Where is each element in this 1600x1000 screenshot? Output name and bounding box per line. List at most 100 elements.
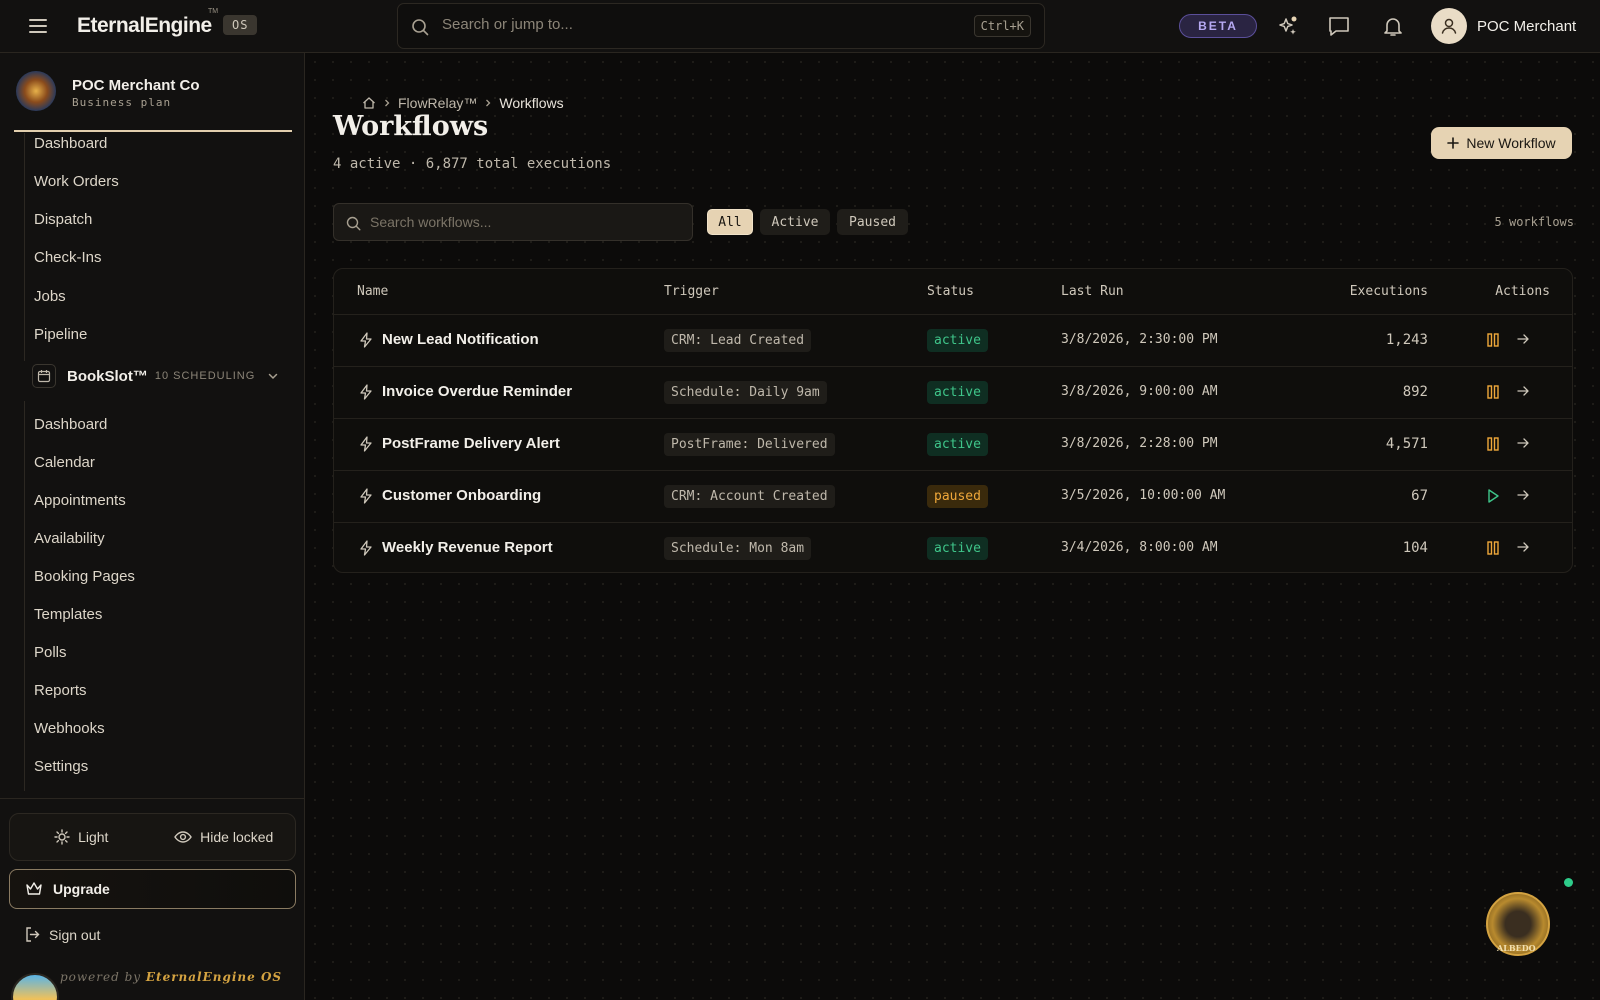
new-workflow-button[interactable]: New Workflow	[1431, 127, 1572, 159]
sidebar-item-reports[interactable]: Reports	[34, 682, 87, 699]
light-mode-toggle[interactable]: Light	[10, 814, 153, 860]
calendar-icon	[32, 364, 56, 388]
col-trigger[interactable]: Trigger	[664, 284, 719, 299]
page-subtitle: 4 active · 6,877 total executions	[333, 156, 612, 172]
filter-paused[interactable]: Paused	[837, 209, 908, 235]
table-row[interactable]: PostFrame Delivery Alert PostFrame: Deli…	[334, 419, 1572, 471]
last-run: 3/4/2026, 8:00:00 AM	[1061, 540, 1218, 555]
org-logo	[16, 71, 56, 111]
beach-badge-icon[interactable]	[11, 973, 59, 1000]
trigger-chip: Schedule: Mon 8am	[664, 537, 812, 560]
crown-icon	[26, 882, 42, 895]
org-name: POC Merchant Co	[72, 77, 200, 94]
home-icon[interactable]	[362, 96, 376, 110]
beta-badge[interactable]: BETA	[1179, 14, 1257, 38]
sidebar-item-calendar[interactable]: Calendar	[34, 454, 95, 471]
filter-active[interactable]: Active	[760, 209, 830, 235]
col-executions[interactable]: Executions	[1350, 284, 1428, 299]
sidebar-item-jobs[interactable]: Jobs	[34, 288, 66, 305]
sidebar: POC Merchant Co Business plan Dashboard …	[0, 53, 305, 1000]
user-avatar-icon	[1431, 8, 1467, 44]
sidebar-item-booking-pages[interactable]: Booking Pages	[34, 568, 135, 585]
filter-all[interactable]: All	[707, 209, 753, 235]
online-status-dot	[1564, 878, 1573, 887]
sidebar-item-templates[interactable]: Templates	[34, 606, 102, 623]
sidebar-item-pipeline[interactable]: Pipeline	[34, 326, 87, 343]
trigger-chip: CRM: Lead Created	[664, 329, 812, 352]
sidebar-item-check-ins[interactable]: Check-Ins	[34, 249, 102, 266]
search-icon	[411, 18, 429, 36]
hide-locked-toggle[interactable]: Hide locked	[153, 814, 296, 860]
bolt-icon	[360, 383, 372, 400]
bolt-icon	[360, 487, 372, 504]
table-row[interactable]: New Lead Notification CRM: Lead Created …	[334, 315, 1572, 367]
arrow-right-icon[interactable]	[1516, 488, 1530, 502]
chat-icon[interactable]	[1327, 14, 1351, 38]
col-last-run[interactable]: Last Run	[1061, 284, 1124, 299]
trigger-chip: Schedule: Daily 9am	[664, 381, 827, 404]
sidebar-item-bookslot-dashboard[interactable]: Dashboard	[34, 416, 107, 433]
pause-icon[interactable]	[1486, 436, 1500, 452]
section-sub: 10 SCHEDULING	[154, 370, 256, 382]
workflow-search-input[interactable]	[370, 214, 680, 230]
arrow-right-icon[interactable]	[1516, 436, 1530, 450]
col-name[interactable]: Name	[357, 284, 388, 299]
workflow-name: New Lead Notification	[358, 331, 539, 348]
sidebar-item-appointments[interactable]: Appointments	[34, 492, 126, 509]
sidebar-item-work-orders[interactable]: Work Orders	[34, 173, 119, 190]
global-search-input[interactable]	[442, 16, 922, 33]
play-icon[interactable]	[1486, 488, 1500, 504]
status-badge: paused	[927, 485, 988, 508]
sidebar-item-dashboard[interactable]: Dashboard	[34, 135, 107, 152]
eye-icon	[174, 831, 192, 843]
table-row[interactable]: Customer Onboarding CRM: Account Created…	[334, 471, 1572, 523]
powered-by: powered by EternalEngine OS	[60, 970, 282, 984]
execution-count: 1,243	[1385, 332, 1428, 348]
sidebar-item-webhooks[interactable]: Webhooks	[34, 720, 105, 737]
breadcrumb-flowrelay[interactable]: FlowRelay™	[398, 95, 477, 111]
bolt-icon	[360, 539, 372, 556]
workflow-name-text: Customer Onboarding	[382, 487, 542, 504]
pause-icon[interactable]	[1486, 540, 1500, 556]
workflow-name-text: Invoice Overdue Reminder	[382, 383, 573, 400]
table-row[interactable]: Invoice Overdue Reminder Schedule: Daily…	[334, 367, 1572, 419]
sidebar-item-dispatch[interactable]: Dispatch	[34, 211, 92, 228]
org-switcher[interactable]: POC Merchant Co Business plan	[16, 71, 200, 111]
sidebar-item-polls[interactable]: Polls	[34, 644, 67, 661]
last-run: 3/8/2026, 9:00:00 AM	[1061, 384, 1218, 399]
hamburger-menu-icon[interactable]	[27, 15, 49, 37]
arrow-right-icon[interactable]	[1516, 384, 1530, 398]
arrow-right-icon[interactable]	[1516, 332, 1530, 346]
workflow-search[interactable]	[333, 203, 693, 241]
trigger-chip: CRM: Account Created	[664, 485, 835, 508]
sidebar-item-settings[interactable]: Settings	[34, 758, 88, 775]
pause-icon[interactable]	[1486, 332, 1500, 348]
sidebar-divider	[0, 798, 305, 799]
table-row[interactable]: Weekly Revenue Report Schedule: Mon 8am …	[334, 523, 1572, 572]
search-icon	[346, 216, 361, 231]
os-badge: OS	[223, 15, 258, 35]
last-run: 3/8/2026, 2:28:00 PM	[1061, 436, 1218, 451]
brand-logo[interactable]: EternalEngine	[77, 14, 212, 38]
sidebar-toggles: Light Hide locked	[9, 813, 296, 861]
sign-out-button[interactable]: Sign out	[24, 926, 100, 943]
sidebar-item-availability[interactable]: Availability	[34, 530, 105, 547]
pause-icon[interactable]	[1486, 384, 1500, 400]
upgrade-label: Upgrade	[53, 881, 110, 897]
section-bookslot[interactable]: BookSlot™ 10 SCHEDULING	[32, 362, 287, 390]
workflow-name-text: New Lead Notification	[382, 331, 539, 348]
sign-out-icon	[26, 927, 40, 942]
arrow-right-icon[interactable]	[1516, 540, 1530, 554]
user-menu[interactable]: POC Merchant	[1431, 8, 1576, 44]
bell-icon[interactable]	[1381, 14, 1405, 38]
global-search[interactable]: Ctrl+K	[397, 3, 1045, 49]
bolt-icon	[360, 331, 372, 348]
assistant-label: ALBEDO	[1497, 943, 1536, 953]
sparkle-icon[interactable]	[1276, 14, 1300, 38]
org-plan: Business plan	[72, 96, 172, 109]
nav-rail	[24, 133, 25, 361]
upgrade-button[interactable]: Upgrade	[9, 869, 296, 909]
main-content: FlowRelay™ Workflows Workflows 4 active …	[306, 53, 1600, 1000]
col-status[interactable]: Status	[927, 284, 974, 299]
breadcrumb-current: Workflows	[499, 95, 564, 111]
